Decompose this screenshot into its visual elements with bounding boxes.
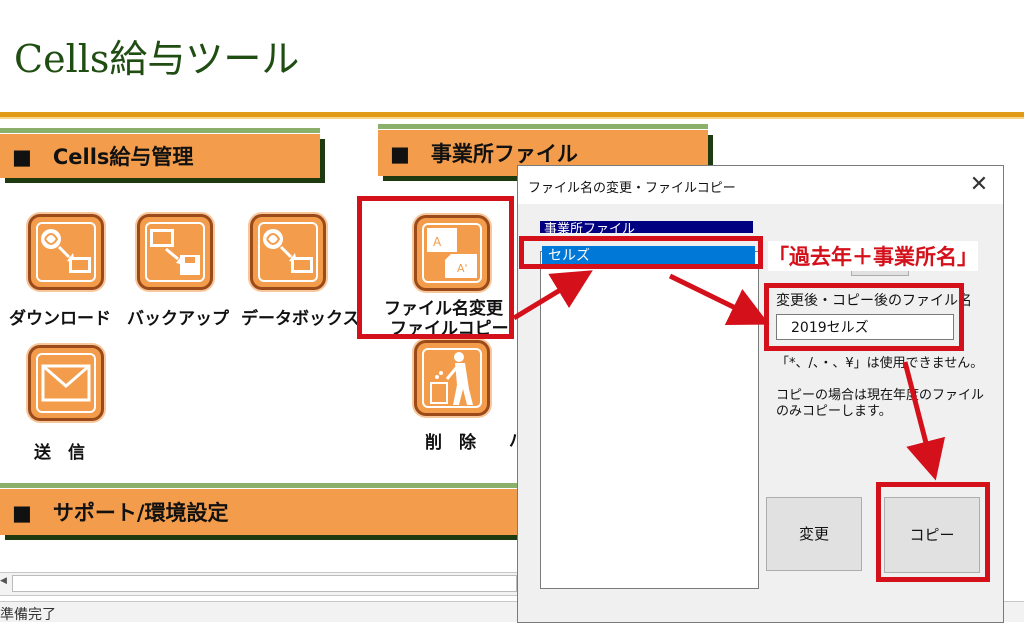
arrow-to-copy <box>902 361 946 481</box>
arrow-to-list <box>512 270 593 321</box>
arrow-to-field <box>668 273 770 326</box>
annotation-arrows <box>512 270 946 481</box>
